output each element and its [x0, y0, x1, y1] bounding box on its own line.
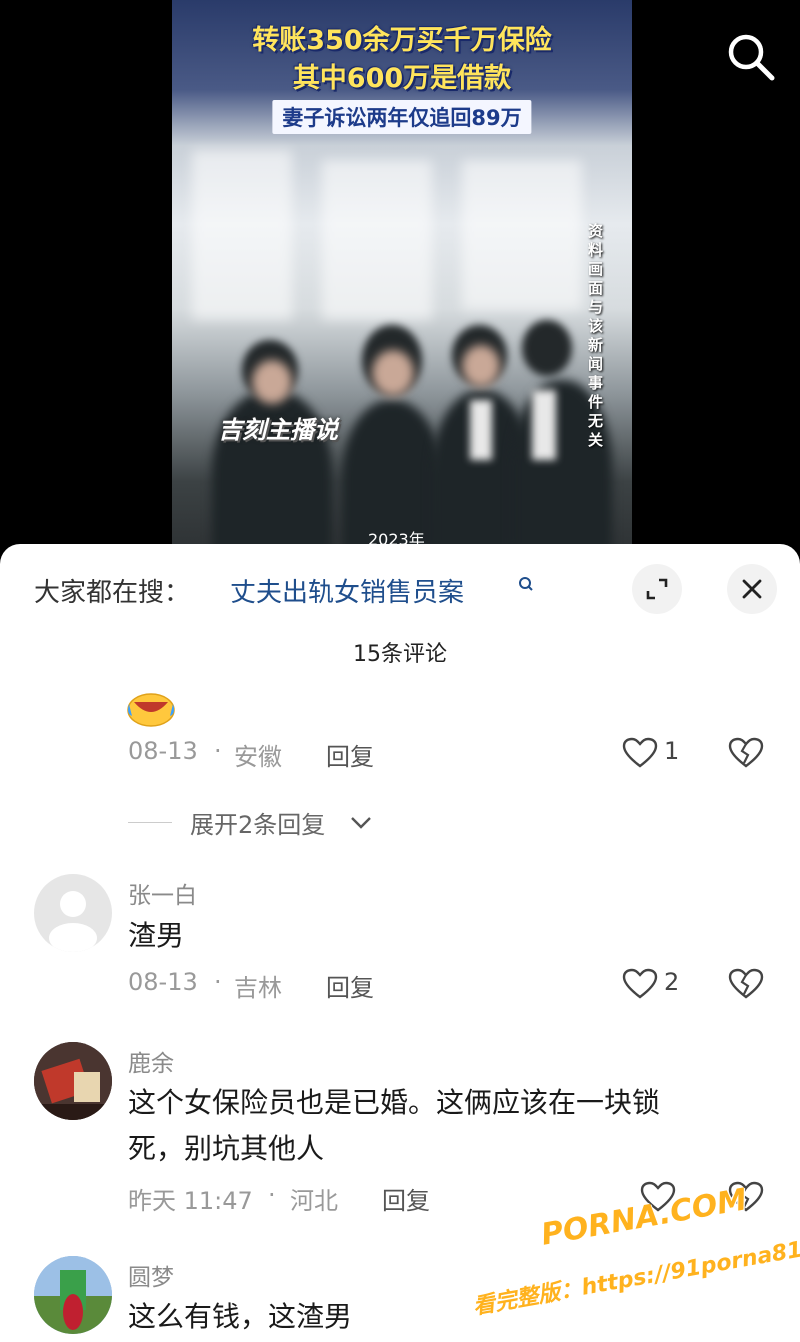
- person-face: [462, 345, 500, 387]
- reply-button[interactable]: 回复: [382, 1181, 430, 1216]
- person-shirt: [470, 400, 492, 460]
- comment-username[interactable]: 鹿余: [128, 1044, 174, 1078]
- reply-button[interactable]: 回复: [326, 968, 374, 1003]
- comment-text: 这么有钱，这渣男: [128, 1300, 353, 1333]
- video-headline-lawsuit: 妻子诉讼两年仅追回89万: [272, 100, 532, 134]
- heart-icon[interactable]: [622, 737, 658, 769]
- person-face: [372, 350, 414, 396]
- comment-location: 吉林: [234, 974, 282, 1002]
- chevron-down-icon: [351, 817, 371, 829]
- comment-location: 安徽: [234, 743, 282, 771]
- comment-date: 昨天 11:47: [128, 1187, 253, 1215]
- reply-button[interactable]: 回复: [326, 737, 374, 772]
- comment-text-line: 这个女保险员也是已婚。这俩应该在一块锁: [128, 1086, 661, 1119]
- laughing-crying-emoji-icon: [127, 693, 175, 727]
- dislike-broken-heart-icon[interactable]: [728, 737, 764, 769]
- channel-logo: 吉刻主播说: [218, 416, 338, 444]
- video-disclaimer: 资料画面与该新闻事件无关: [588, 222, 604, 449]
- trending-search-prefix: 大家都在搜：: [34, 578, 191, 608]
- background-window: [462, 160, 582, 310]
- avatar[interactable]: [34, 1256, 112, 1334]
- like-count: 1: [664, 737, 680, 765]
- person-head: [522, 320, 572, 376]
- search-icon: [728, 34, 775, 81]
- comment-count: 15条评论: [353, 642, 447, 667]
- expand-sheet-button[interactable]: [632, 564, 682, 614]
- comment-text-line: 死，别坑其他人: [128, 1132, 325, 1165]
- search-button[interactable]: [722, 28, 780, 86]
- expand-icon: [646, 578, 668, 600]
- divider-line: [128, 822, 172, 823]
- comment-location: 河北: [290, 1187, 338, 1215]
- comment-text: 渣男: [128, 919, 185, 952]
- close-icon: [742, 579, 762, 599]
- avatar[interactable]: [34, 874, 112, 952]
- background-window: [192, 150, 292, 320]
- user-photo-icon: [34, 1256, 112, 1334]
- background-window: [322, 160, 432, 320]
- dislike-broken-heart-icon[interactable]: [728, 968, 764, 1000]
- close-sheet-button[interactable]: [727, 564, 777, 614]
- avatar[interactable]: [34, 1042, 112, 1120]
- person-face: [252, 360, 292, 404]
- search-small-icon: [519, 577, 533, 591]
- expand-replies-label: 展开2条回复: [190, 811, 326, 839]
- meta-separator: ·: [214, 737, 222, 765]
- user-photo-icon: [34, 1042, 112, 1120]
- video-frame[interactable]: 转账350余万买千万保险 其中600万是借款 妻子诉讼两年仅追回89万: [172, 0, 632, 560]
- video-player[interactable]: 转账350余万买千万保险 其中600万是借款 妻子诉讼两年仅追回89万 资料画面…: [0, 0, 800, 560]
- sheet-header: 大家都在搜： 丈夫出轨女销售员案: [0, 544, 800, 636]
- meta-separator: ·: [268, 1181, 276, 1209]
- meta-separator: ·: [214, 968, 222, 996]
- comment-username[interactable]: 圆梦: [128, 1258, 174, 1292]
- trending-search-link[interactable]: 丈夫出轨女销售员案: [230, 572, 464, 609]
- comment-username[interactable]: 张一白: [128, 876, 197, 910]
- comment-date: 08-13: [128, 968, 198, 996]
- heart-icon[interactable]: [622, 968, 658, 1000]
- video-headline-transfer: 转账350余万买千万保险: [252, 25, 552, 56]
- like-count: 2: [664, 968, 680, 996]
- default-avatar-icon: [49, 891, 97, 952]
- comment-date: 08-13: [128, 737, 198, 765]
- video-headline-loan: 其中600万是借款: [292, 63, 512, 94]
- person-shirt: [532, 390, 556, 460]
